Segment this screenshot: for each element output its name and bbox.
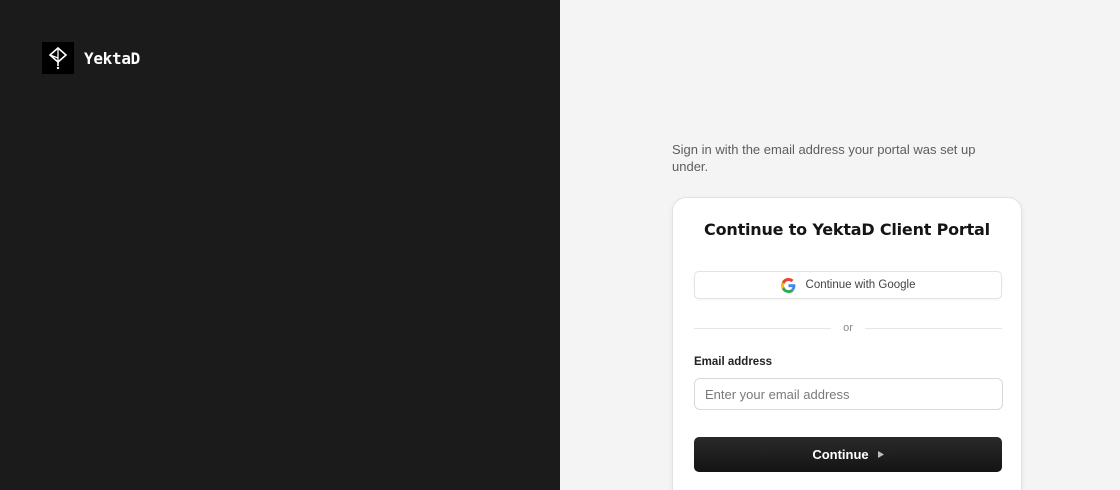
divider-line-left bbox=[694, 327, 832, 329]
google-icon bbox=[780, 277, 796, 293]
or-divider: or bbox=[694, 318, 1002, 338]
card-title: Continue to YektaD Client Portal bbox=[704, 220, 990, 239]
brand-name: YektaD bbox=[84, 48, 140, 68]
diamond-pin-icon bbox=[42, 42, 74, 74]
continue-with-google-button[interactable]: Continue with Google bbox=[694, 271, 1002, 299]
divider-text: or bbox=[843, 322, 853, 334]
google-button-label: Continue with Google bbox=[805, 279, 916, 291]
brand[interactable]: YektaD bbox=[42, 42, 140, 74]
sign-in-card: Continue to YektaD Client Portal Continu… bbox=[672, 197, 1022, 490]
divider-line-right bbox=[864, 327, 1002, 329]
intro-text: Sign in with the email address your port… bbox=[672, 142, 976, 174]
brand-panel: YektaD bbox=[0, 0, 560, 490]
play-arrow-icon bbox=[877, 451, 884, 458]
email-label: Email address bbox=[694, 356, 772, 368]
continue-button[interactable]: Continue bbox=[694, 437, 1002, 472]
email-input[interactable] bbox=[694, 378, 1003, 410]
sign-in-panel: Sign in with the email address your port… bbox=[560, 0, 1120, 490]
continue-button-label: Continue bbox=[812, 447, 869, 462]
